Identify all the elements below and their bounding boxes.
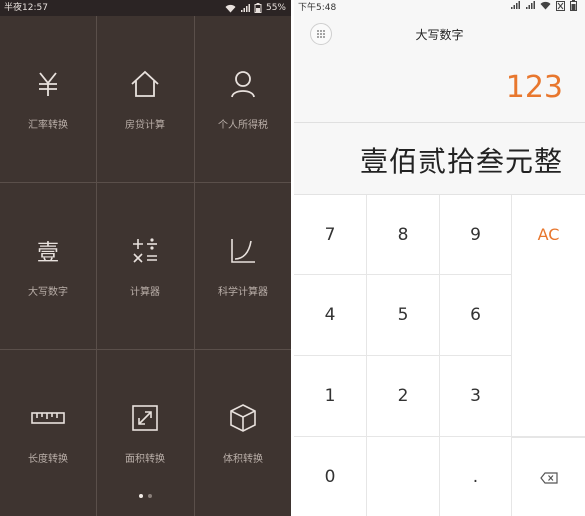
tile-calculator[interactable]: 计算器 [97, 183, 193, 349]
battery-icon [570, 0, 577, 11]
right-status-bar: 下午5:48 [294, 0, 585, 16]
tile-label: 计算器 [130, 287, 160, 298]
key-8[interactable]: 8 [367, 195, 440, 275]
tile-length-conversion[interactable]: 长度转换 [0, 350, 96, 516]
key-5[interactable]: 5 [367, 275, 440, 356]
status-icons: 55% [225, 0, 286, 16]
key-0[interactable]: 0 [294, 437, 367, 516]
tile-mortgage[interactable]: 房贷计算 [97, 16, 193, 182]
key-6[interactable]: 6 [440, 275, 512, 356]
page-dot[interactable] [148, 494, 152, 498]
signal-icon [240, 3, 250, 12]
tile-income-tax[interactable]: 个人所得税 [195, 16, 291, 182]
key-1[interactable]: 1 [294, 356, 367, 437]
wifi-icon [540, 1, 551, 10]
tile-label: 房贷计算 [125, 120, 165, 131]
area-icon [97, 402, 193, 434]
grid-divider [0, 349, 291, 350]
capital-numeral-glyph: 壹 [36, 241, 59, 266]
page-dot-active[interactable] [139, 494, 143, 498]
keypad: 7 8 9 AC 4 5 6 1 2 3 0 . [294, 194, 585, 516]
tile-label: 个人所得税 [218, 120, 268, 131]
clear-all-button[interactable]: AC [512, 195, 585, 437]
key-4[interactable]: 4 [294, 275, 367, 356]
person-icon [195, 68, 291, 100]
calculator-icon [97, 235, 193, 267]
status-icons [510, 0, 577, 11]
ruler-icon [0, 402, 96, 434]
scientific-graph-icon [195, 235, 291, 267]
battery-level: 55% [265, 3, 286, 13]
grid-divider [96, 16, 97, 516]
input-number-display: 123 [505, 70, 563, 105]
tile-label: 大写数字 [28, 287, 68, 298]
wifi-icon [225, 4, 236, 12]
left-status-bar: 半夜12:57 55% [0, 0, 291, 16]
key-9[interactable]: 9 [440, 195, 512, 275]
house-icon [97, 68, 193, 100]
no-sim-icon [556, 0, 565, 11]
tile-label: 科学计算器 [218, 287, 268, 298]
cube-icon [195, 402, 291, 434]
key-decimal-point[interactable]: . [440, 437, 512, 516]
right-phone-screen: 下午5:48 大写数字 123 壹佰贰拾叁元整 7 8 9 AC 4 5 6 1… [294, 0, 585, 516]
grid-divider [194, 16, 195, 516]
battery-icon [254, 3, 262, 13]
page-title: 大写数字 [415, 28, 464, 42]
tile-label: 面积转换 [125, 454, 165, 465]
tile-label: 体积转换 [223, 454, 263, 465]
page-indicator [0, 494, 291, 498]
signal-icon-2 [526, 1, 535, 9]
key-2[interactable]: 2 [367, 356, 440, 437]
tile-volume-conversion[interactable]: 体积转换 [195, 350, 291, 516]
grid-divider [0, 182, 291, 183]
capital-result-display: 壹佰贰拾叁元整 [359, 145, 563, 178]
tools-grid: 汇率转换 房贷计算 个人所得税 壹 大写数字 计算器 科学计算器 长度转换 面积… [0, 16, 291, 516]
tile-capital-numerals[interactable]: 壹 大写数字 [0, 183, 96, 349]
tile-label: 汇率转换 [28, 120, 68, 131]
left-phone-screen: 半夜12:57 55% 汇率转换 房贷计算 个人所得税 壹 大写数字 计算器 科… [0, 0, 291, 516]
tile-area-conversion[interactable]: 面积转换 [97, 350, 193, 516]
key-3[interactable]: 3 [440, 356, 512, 437]
capital-numeral-icon: 壹 [0, 235, 96, 267]
yen-icon [0, 68, 96, 100]
signal-icon [511, 1, 520, 9]
backspace-icon [539, 471, 558, 484]
status-time: 下午5:48 [298, 3, 337, 13]
tile-scientific-calculator[interactable]: 科学计算器 [195, 183, 291, 349]
status-time: 半夜12:57 [4, 3, 48, 13]
display-divider [294, 122, 585, 123]
key-7[interactable]: 7 [294, 195, 367, 275]
tile-label: 长度转换 [28, 454, 68, 465]
backspace-button[interactable] [512, 437, 585, 516]
tile-exchange-rate[interactable]: 汇率转换 [0, 16, 96, 182]
key-empty [367, 437, 440, 516]
